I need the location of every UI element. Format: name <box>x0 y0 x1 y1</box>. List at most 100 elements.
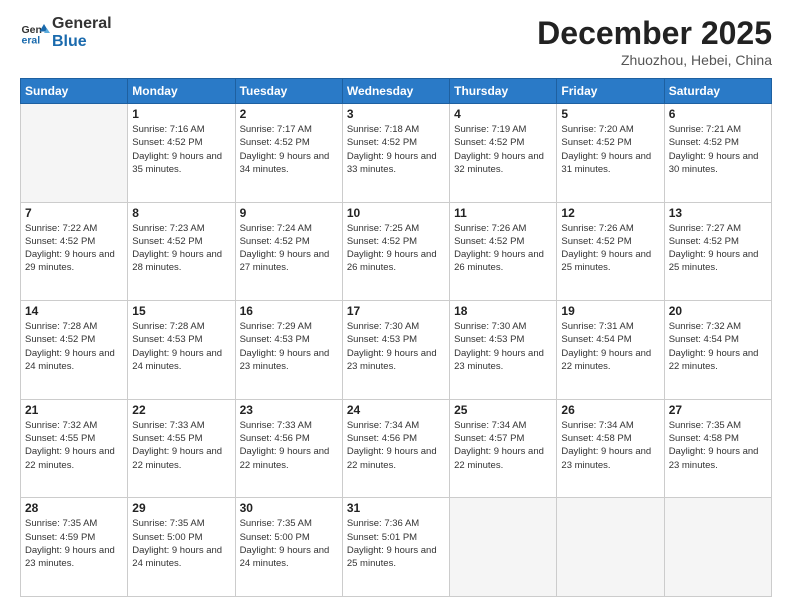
day-info: Sunrise: 7:28 AMSunset: 4:53 PMDaylight:… <box>132 320 230 373</box>
table-row: 24 Sunrise: 7:34 AMSunset: 4:56 PMDayligh… <box>342 399 449 498</box>
day-info: Sunrise: 7:20 AMSunset: 4:52 PMDaylight:… <box>561 123 659 176</box>
col-monday: Monday <box>128 79 235 104</box>
day-info: Sunrise: 7:27 AMSunset: 4:52 PMDaylight:… <box>669 222 767 275</box>
day-info: Sunrise: 7:35 AMSunset: 4:58 PMDaylight:… <box>669 419 767 472</box>
day-info: Sunrise: 7:34 AMSunset: 4:56 PMDaylight:… <box>347 419 445 472</box>
table-row: 4Sunrise: 7:19 AMSunset: 4:52 PMDaylight… <box>450 104 557 203</box>
day-info: Sunrise: 7:33 AMSunset: 4:56 PMDaylight:… <box>240 419 338 472</box>
day-number: 23 <box>240 403 338 417</box>
day-number: 16 <box>240 304 338 318</box>
table-row <box>450 498 557 597</box>
table-row: 21Sunrise: 7:32 AMSunset: 4:55 PMDayligh… <box>21 399 128 498</box>
day-number: 7 <box>25 206 123 220</box>
table-row: 11 Sunrise: 7:26 AMSunset: 4:52 PMDayligh… <box>450 202 557 301</box>
day-number: 12 <box>561 206 659 220</box>
table-row: 26 Sunrise: 7:34 AMSunset: 4:58 PMDayligh… <box>557 399 664 498</box>
table-row: 13 Sunrise: 7:27 AMSunset: 4:52 PMDayligh… <box>664 202 771 301</box>
table-row: 17Sunrise: 7:30 AMSunset: 4:53 PMDayligh… <box>342 301 449 400</box>
day-number: 31 <box>347 501 445 515</box>
calendar-week-row: 28Sunrise: 7:35 AMSunset: 4:59 PMDayligh… <box>21 498 772 597</box>
day-info: Sunrise: 7:35 AMSunset: 5:00 PMDaylight:… <box>240 517 338 570</box>
day-number: 13 <box>669 206 767 220</box>
day-info: Sunrise: 7:16 AMSunset: 4:52 PMDaylight:… <box>132 123 230 176</box>
table-row: 7 Sunrise: 7:22 AMSunset: 4:52 PMDaylight… <box>21 202 128 301</box>
table-row: 18Sunrise: 7:30 AMSunset: 4:53 PMDayligh… <box>450 301 557 400</box>
day-number: 26 <box>561 403 659 417</box>
calendar-week-row: 1 Sunrise: 7:16 AMSunset: 4:52 PMDaylight… <box>21 104 772 203</box>
page: Gen eral General Blue December 2025 Zhuo… <box>0 0 792 612</box>
day-number: 24 <box>347 403 445 417</box>
day-info: Sunrise: 7:26 AMSunset: 4:52 PMDaylight:… <box>561 222 659 275</box>
col-tuesday: Tuesday <box>235 79 342 104</box>
day-info: Sunrise: 7:31 AMSunset: 4:54 PMDaylight:… <box>561 320 659 373</box>
day-number: 5 <box>561 107 659 121</box>
day-number: 1 <box>132 107 230 121</box>
table-row: 8Sunrise: 7:23 AMSunset: 4:52 PMDaylight… <box>128 202 235 301</box>
day-info: Sunrise: 7:22 AMSunset: 4:52 PMDaylight:… <box>25 222 123 275</box>
day-number: 29 <box>132 501 230 515</box>
day-number: 10 <box>347 206 445 220</box>
day-number: 14 <box>25 304 123 318</box>
day-number: 22 <box>132 403 230 417</box>
day-number: 28 <box>25 501 123 515</box>
day-info: Sunrise: 7:34 AMSunset: 4:58 PMDaylight:… <box>561 419 659 472</box>
table-row: 9Sunrise: 7:24 AMSunset: 4:52 PMDaylight… <box>235 202 342 301</box>
day-number: 11 <box>454 206 552 220</box>
day-number: 17 <box>347 304 445 318</box>
table-row: 25 Sunrise: 7:34 AMSunset: 4:57 PMDayligh… <box>450 399 557 498</box>
table-row <box>557 498 664 597</box>
day-number: 4 <box>454 107 552 121</box>
day-info: Sunrise: 7:33 AMSunset: 4:55 PMDaylight:… <box>132 419 230 472</box>
table-row: 28Sunrise: 7:35 AMSunset: 4:59 PMDayligh… <box>21 498 128 597</box>
title-area: December 2025 Zhuozhou, Hebei, China <box>537 15 772 68</box>
day-number: 25 <box>454 403 552 417</box>
day-info: Sunrise: 7:30 AMSunset: 4:53 PMDaylight:… <box>454 320 552 373</box>
table-row: 27 Sunrise: 7:35 AMSunset: 4:58 PMDayligh… <box>664 399 771 498</box>
day-info: Sunrise: 7:36 AMSunset: 5:01 PMDaylight:… <box>347 517 445 570</box>
table-row: 5 Sunrise: 7:20 AMSunset: 4:52 PMDaylight… <box>557 104 664 203</box>
day-info: Sunrise: 7:28 AMSunset: 4:52 PMDaylight:… <box>25 320 123 373</box>
day-info: Sunrise: 7:29 AMSunset: 4:53 PMDaylight:… <box>240 320 338 373</box>
table-row: 29 Sunrise: 7:35 AMSunset: 5:00 PMDayligh… <box>128 498 235 597</box>
day-info: Sunrise: 7:26 AMSunset: 4:52 PMDaylight:… <box>454 222 552 275</box>
logo: Gen eral General Blue <box>20 15 112 50</box>
calendar-table: Sunday Monday Tuesday Wednesday Thursday… <box>20 78 772 597</box>
svg-text:eral: eral <box>22 34 41 46</box>
col-friday: Friday <box>557 79 664 104</box>
calendar-week-row: 14 Sunrise: 7:28 AMSunset: 4:52 PMDayligh… <box>21 301 772 400</box>
table-row: 2 Sunrise: 7:17 AMSunset: 4:52 PMDaylight… <box>235 104 342 203</box>
table-row <box>21 104 128 203</box>
location: Zhuozhou, Hebei, China <box>537 52 772 68</box>
table-row: 14 Sunrise: 7:28 AMSunset: 4:52 PMDayligh… <box>21 301 128 400</box>
day-number: 6 <box>669 107 767 121</box>
day-number: 15 <box>132 304 230 318</box>
day-info: Sunrise: 7:32 AMSunset: 4:54 PMDaylight:… <box>669 320 767 373</box>
table-row: 3 Sunrise: 7:18 AMSunset: 4:52 PMDaylight… <box>342 104 449 203</box>
table-row: 20 Sunrise: 7:32 AMSunset: 4:54 PMDayligh… <box>664 301 771 400</box>
header: Gen eral General Blue December 2025 Zhuo… <box>20 15 772 68</box>
day-number: 27 <box>669 403 767 417</box>
day-number: 30 <box>240 501 338 515</box>
day-number: 3 <box>347 107 445 121</box>
day-info: Sunrise: 7:34 AMSunset: 4:57 PMDaylight:… <box>454 419 552 472</box>
col-thursday: Thursday <box>450 79 557 104</box>
day-number: 20 <box>669 304 767 318</box>
table-row: 15 Sunrise: 7:28 AMSunset: 4:53 PMDayligh… <box>128 301 235 400</box>
table-row: 6 Sunrise: 7:21 AMSunset: 4:52 PMDaylight… <box>664 104 771 203</box>
table-row: 12 Sunrise: 7:26 AMSunset: 4:52 PMDayligh… <box>557 202 664 301</box>
table-row: 31 Sunrise: 7:36 AMSunset: 5:01 PMDayligh… <box>342 498 449 597</box>
day-info: Sunrise: 7:18 AMSunset: 4:52 PMDaylight:… <box>347 123 445 176</box>
day-number: 2 <box>240 107 338 121</box>
day-info: Sunrise: 7:21 AMSunset: 4:52 PMDaylight:… <box>669 123 767 176</box>
day-info: Sunrise: 7:35 AMSunset: 5:00 PMDaylight:… <box>132 517 230 570</box>
day-info: Sunrise: 7:17 AMSunset: 4:52 PMDaylight:… <box>240 123 338 176</box>
table-row: 19Sunrise: 7:31 AMSunset: 4:54 PMDayligh… <box>557 301 664 400</box>
table-row: 10Sunrise: 7:25 AMSunset: 4:52 PMDayligh… <box>342 202 449 301</box>
logo-line2: Blue <box>52 33 112 51</box>
logo-line1: General <box>52 15 112 33</box>
table-row: 16 Sunrise: 7:29 AMSunset: 4:53 PMDayligh… <box>235 301 342 400</box>
logo-icon: Gen eral <box>20 18 50 48</box>
day-number: 8 <box>132 206 230 220</box>
table-row: 23 Sunrise: 7:33 AMSunset: 4:56 PMDayligh… <box>235 399 342 498</box>
col-sunday: Sunday <box>21 79 128 104</box>
